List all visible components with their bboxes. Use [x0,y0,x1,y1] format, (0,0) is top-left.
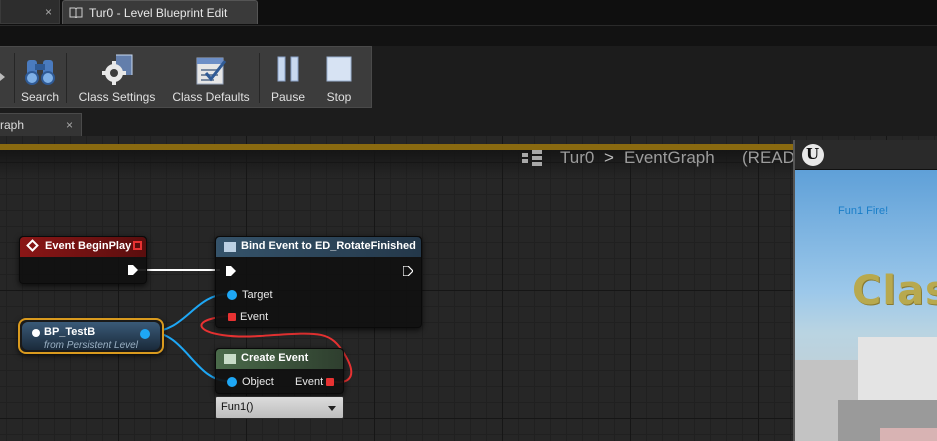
graph-tab-label: raph [0,118,25,132]
object-input-pin[interactable] [227,377,237,387]
world-text-render: Clas [852,268,937,314]
toolbar-separator [66,53,67,103]
event-pin-label: Event [240,311,269,323]
breadcrumb-level[interactable]: Tur0 [560,148,594,168]
exec-output-pin[interactable] [128,265,138,275]
create-event-node[interactable]: Create Event Object Event [215,348,344,394]
delegate-output-pin[interactable] [133,241,142,250]
class-settings-button[interactable]: Class Settings [74,47,160,107]
class-settings-label: Class Settings [78,90,156,104]
breadcrumb-graph[interactable]: EventGraph [624,148,715,168]
bind-event-node[interactable]: Bind Event to ED_RotateFinished Target E… [215,236,422,328]
graph-tab-bar [0,110,937,136]
bp-testb-reference-node[interactable]: BP_TestB from Persistent Level [18,318,164,354]
level-blueprint-tab[interactable]: Tur0 - Level Blueprint Edit [62,0,258,24]
scene-block [880,428,937,441]
node-title: Create Event [241,352,309,364]
chevron-down-icon [328,406,336,411]
node-title: Bind Event to ED_RotateFinished [241,240,416,252]
object-pin-label: Object [242,376,274,388]
pause-label: Pause [270,90,306,104]
reference-dot-icon [32,329,40,337]
debug-print-text: Fun1 Fire! [838,205,889,217]
event-graph-tab[interactable]: raph × [0,113,82,136]
event-output-pin[interactable] [326,378,334,386]
function-icon [224,242,236,252]
toolbar-overflow-arrow-icon[interactable] [0,73,5,81]
unreal-logo-letter: U [806,145,820,163]
toolbar-separator [259,53,260,103]
stop-button[interactable]: Stop [316,47,362,107]
toolbar-separator [14,53,15,103]
toolbar-header-band [0,26,937,46]
function-select-dropdown[interactable]: Fun1() [215,396,344,419]
pause-icon [271,53,305,87]
node-subtitle: from Persistent Level [44,340,138,351]
class-defaults-label: Class Defaults [172,90,250,104]
selected-function: Fun1() [221,401,254,413]
exec-output-pin[interactable] [403,266,413,276]
binoculars-icon [23,53,57,87]
close-tab-icon[interactable]: × [45,5,52,19]
event-pin-label: Event [295,376,324,388]
function-icon [224,354,236,364]
search-label: Search [20,90,60,104]
node-title: Event BeginPlay [45,240,132,252]
breadcrumb-chevron-icon: > [604,148,614,167]
graph-breadcrumb-icon [522,150,542,166]
node-title: BP_TestB [44,326,96,338]
target-pin-label: Target [242,289,273,301]
editor-tab-strip: × Tur0 - Level Blueprint Edit [0,0,937,26]
pause-button[interactable]: Pause [264,47,312,107]
stop-label: Stop [326,90,352,104]
tab-title: Tur0 - Level Blueprint Edit [89,6,228,20]
blueprint-book-icon [69,7,83,21]
close-graph-tab-icon[interactable]: × [66,118,73,132]
scene-cube [858,337,937,403]
target-input-pin[interactable] [227,290,237,300]
blueprint-toolbar: Search Class Settings Class Defaults Pau… [0,46,372,108]
event-input-pin[interactable] [228,313,236,321]
event-beginplay-node[interactable]: Event BeginPlay [19,236,147,284]
previous-editor-tab[interactable]: × [0,0,60,24]
gear-icon [100,53,134,87]
viewport-titlebar: U [795,140,937,170]
breadcrumb-read-only-status: (READ [742,148,795,167]
checklist-icon [194,53,228,87]
search-button[interactable]: Search [16,47,64,107]
object-output-pin[interactable] [140,329,150,339]
stop-icon [322,53,356,87]
exec-input-pin[interactable] [226,266,236,276]
class-defaults-button[interactable]: Class Defaults [168,47,254,107]
